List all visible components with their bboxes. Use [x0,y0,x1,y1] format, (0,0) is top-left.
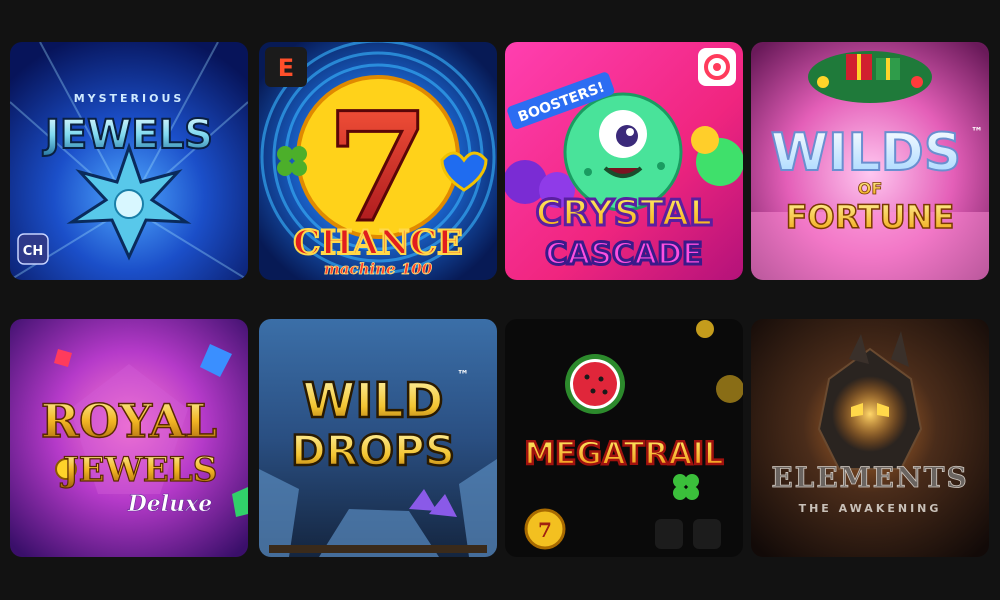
game-tile-wild-drops[interactable]: WILD ™ DROPS [259,319,497,557]
game-subtitle: THE AWAKENING [799,502,942,515]
coin-number: 7 [538,518,552,542]
game-thumbnail-elements: ELEMENTS THE AWAKENING [751,319,989,557]
trademark-symbol: ™ [971,125,983,139]
game-grid: MYSTERIOUS JEWELS CH 7 E CHANCE machine … [0,0,1000,600]
provider-logo-icon [698,48,736,86]
game-title: ELEMENTS [771,461,968,494]
game-title-script: Deluxe [127,491,213,517]
game-thumbnail-megatrail: MEGATRAIL 7 [505,319,743,557]
gift-wreath-icon [808,51,932,103]
game-title-line2: CASCADE [545,237,702,272]
trademark-symbol: ™ [457,368,469,382]
game-thumbnail-mysterious-jewels: MYSTERIOUS JEWELS CH [10,42,248,280]
watermelon-icon [565,354,625,414]
game-tile-elements-the-awakening[interactable]: ELEMENTS THE AWAKENING [751,319,989,557]
game-title-line1: ROYAL [41,394,217,448]
game-subtitle: machine 100 [324,260,433,278]
game-title-line1: WILD [302,373,443,429]
game-tile-chance-machine-100[interactable]: 7 E CHANCE machine 100 [259,42,497,280]
game-title-line1: CRYSTAL [536,193,713,234]
provider-badge-label: CH [23,244,43,259]
gold-coin-icon: 7 [524,508,566,550]
game-thumbnail-wild-drops: WILD ™ DROPS [259,319,497,557]
game-tile-wilds-of-fortune[interactable]: WILDS ™ OF FORTUNE [751,42,989,280]
game-tile-royal-jewels-deluxe[interactable]: ROYAL JEWELS Deluxe [10,319,248,557]
mine-track [269,545,487,553]
game-title: MEGATRAIL [524,436,723,472]
game-title-of: OF [858,179,883,198]
game-title-line2: DROPS [291,426,455,475]
game-tile-mysterious-jewels[interactable]: MYSTERIOUS JEWELS CH [10,42,248,280]
game-title-line2: JEWELS [60,450,218,490]
game-thumbnail-royal-jewels: ROYAL JEWELS Deluxe [10,319,248,557]
game-title: JEWELS [42,112,213,158]
game-thumbnail-crystal-cascade: BOOSTERS! CRYSTAL CASCADE [505,42,743,280]
game-title-line2: FORTUNE [786,198,955,236]
game-thumbnail-wilds-of-fortune: WILDS ™ OF FORTUNE [751,42,989,280]
game-title: WILDS [771,123,961,183]
game-tile-megatrail[interactable]: MEGATRAIL 7 [505,319,743,557]
game-title: CHANCE [293,223,463,263]
game-subtitle: MYSTERIOUS [74,92,185,105]
game-tile-crystal-cascade[interactable]: BOOSTERS! CRYSTAL CASCADE [505,42,743,280]
provider-badge-label: E [278,54,294,82]
game-thumbnail-chance-machine: 7 E CHANCE machine 100 [259,42,497,280]
